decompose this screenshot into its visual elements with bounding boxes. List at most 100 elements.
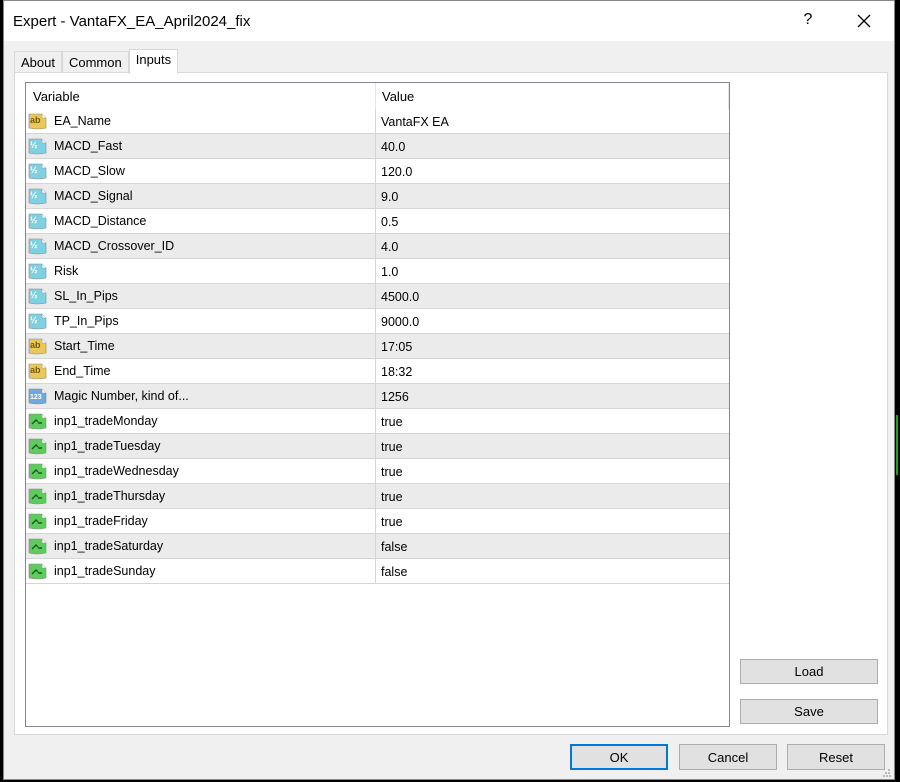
input-row[interactable]: inp1_tradeThursday true	[26, 484, 729, 509]
variable-cell: inp1_tradeFriday	[26, 509, 376, 533]
input-row[interactable]: ½ MACD_Signal 9.0	[26, 184, 729, 209]
double-type-icon: ½	[28, 313, 47, 330]
double-type-icon: ½	[28, 213, 47, 230]
input-row[interactable]: inp1_tradeFriday true	[26, 509, 729, 534]
variable-cell: 123 Magic Number, kind of...	[26, 384, 376, 408]
value-cell[interactable]: 1256	[376, 384, 729, 408]
integer-type-icon: 123	[28, 388, 47, 405]
input-row[interactable]: ½ SL_In_Pips 4500.0	[26, 284, 729, 309]
input-row[interactable]: ½ MACD_Fast 40.0	[26, 134, 729, 159]
boolean-type-icon	[28, 413, 47, 430]
variable-cell: inp1_tradeSunday	[26, 559, 376, 583]
variable-cell: ab EA_Name	[26, 109, 376, 133]
cancel-button[interactable]: Cancel	[679, 744, 777, 770]
variable-cell: inp1_tradeTuesday	[26, 434, 376, 458]
input-row[interactable]: 123 Magic Number, kind of... 1256	[26, 384, 729, 409]
input-row[interactable]: inp1_tradeTuesday true	[26, 434, 729, 459]
variable-cell: ½ MACD_Slow	[26, 159, 376, 183]
input-row[interactable]: ab End_Time 18:32	[26, 359, 729, 384]
value-cell[interactable]: true	[376, 409, 729, 433]
variable-name: MACD_Distance	[54, 214, 147, 228]
boolean-type-icon	[28, 513, 47, 530]
value-cell[interactable]: 40.0	[376, 134, 729, 158]
column-header-variable[interactable]: Variable	[26, 83, 376, 109]
value-cell[interactable]: false	[376, 559, 729, 583]
close-icon	[857, 14, 871, 28]
tab-about[interactable]: About	[14, 51, 62, 74]
title-bar[interactable]: Expert - VantaFX_EA_April2024_fix ?	[4, 1, 894, 41]
input-row[interactable]: ½ MACD_Slow 120.0	[26, 159, 729, 184]
value-cell[interactable]: 4.0	[376, 234, 729, 258]
double-type-icon: ½	[28, 188, 47, 205]
resize-grip-icon[interactable]	[883, 769, 891, 777]
double-type-icon: ½	[28, 263, 47, 280]
tab-common[interactable]: Common	[61, 51, 129, 74]
tab-inputs[interactable]: Inputs	[128, 49, 179, 74]
variable-cell: ½ Risk	[26, 259, 376, 283]
variable-cell: ½ TP_In_Pips	[26, 309, 376, 333]
input-row[interactable]: inp1_tradeSunday false	[26, 559, 729, 584]
boolean-type-icon	[28, 563, 47, 580]
variable-cell: inp1_tradeThursday	[26, 484, 376, 508]
ok-button[interactable]: OK	[570, 744, 668, 770]
expert-properties-dialog: Expert - VantaFX_EA_April2024_fix ? Abou…	[3, 0, 895, 780]
variable-cell: inp1_tradeSaturday	[26, 534, 376, 558]
value-cell[interactable]: true	[376, 484, 729, 508]
reset-button[interactable]: Reset	[787, 744, 885, 770]
value-cell[interactable]: true	[376, 459, 729, 483]
variable-name: MACD_Slow	[54, 164, 125, 178]
double-type-icon: ½	[28, 238, 47, 255]
variable-cell: ½ MACD_Crossover_ID	[26, 234, 376, 258]
input-row[interactable]: ab EA_Name VantaFX EA	[26, 109, 729, 134]
value-cell[interactable]: true	[376, 509, 729, 533]
input-row[interactable]: inp1_tradeSaturday false	[26, 534, 729, 559]
value-cell[interactable]: 1.0	[376, 259, 729, 283]
grid-header: Variable Value	[26, 83, 729, 109]
column-header-value[interactable]: Value	[376, 83, 729, 109]
value-cell[interactable]: 120.0	[376, 159, 729, 183]
input-row[interactable]: inp1_tradeWednesday true	[26, 459, 729, 484]
variable-name: TP_In_Pips	[54, 314, 119, 328]
value-cell[interactable]: false	[376, 534, 729, 558]
variable-name: MACD_Crossover_ID	[54, 239, 175, 253]
variable-name: inp1_tradeTuesday	[54, 439, 161, 453]
variable-name: inp1_tradeWednesday	[54, 464, 179, 478]
load-button[interactable]: Load	[740, 659, 878, 684]
value-cell[interactable]: 4500.0	[376, 284, 729, 308]
double-type-icon: ½	[28, 288, 47, 305]
variable-cell: ½ MACD_Fast	[26, 134, 376, 158]
value-cell[interactable]: 17:05	[376, 334, 729, 358]
chart-candle	[896, 415, 898, 475]
double-type-icon: ½	[28, 163, 47, 180]
help-button[interactable]: ?	[798, 11, 818, 31]
value-cell[interactable]: 9.0	[376, 184, 729, 208]
string-type-icon: ab	[28, 113, 47, 130]
value-cell[interactable]: 9000.0	[376, 309, 729, 333]
variable-name: MACD_Signal	[54, 189, 133, 203]
variable-name: inp1_tradeMonday	[54, 414, 158, 428]
input-row[interactable]: ½ MACD_Distance 0.5	[26, 209, 729, 234]
save-button[interactable]: Save	[740, 699, 878, 724]
value-cell[interactable]: 0.5	[376, 209, 729, 233]
variable-cell: ½ SL_In_Pips	[26, 284, 376, 308]
variable-name: Magic Number, kind of...	[54, 389, 189, 403]
input-row[interactable]: ½ MACD_Crossover_ID 4.0	[26, 234, 729, 259]
input-row[interactable]: ½ TP_In_Pips 9000.0	[26, 309, 729, 334]
tab-bar: About Common Inputs	[14, 49, 179, 74]
variable-name: inp1_tradeFriday	[54, 514, 148, 528]
inputs-panel: Variable Value ab EA_Name VantaFX EA ½ MACD_…	[14, 72, 888, 735]
input-row[interactable]: ½ Risk 1.0	[26, 259, 729, 284]
input-row[interactable]: ab Start_Time 17:05	[26, 334, 729, 359]
value-cell[interactable]: true	[376, 434, 729, 458]
window-title: Expert - VantaFX_EA_April2024_fix	[13, 13, 251, 30]
variable-name: Start_Time	[54, 339, 115, 353]
value-cell[interactable]: VantaFX EA	[376, 109, 729, 133]
variable-name: SL_In_Pips	[54, 289, 118, 303]
variable-name: EA_Name	[54, 114, 111, 128]
value-cell[interactable]: 18:32	[376, 359, 729, 383]
string-type-icon: ab	[28, 363, 47, 380]
input-row[interactable]: inp1_tradeMonday true	[26, 409, 729, 434]
double-type-icon: ½	[28, 138, 47, 155]
variable-cell: ab Start_Time	[26, 334, 376, 358]
close-button[interactable]	[852, 9, 876, 33]
